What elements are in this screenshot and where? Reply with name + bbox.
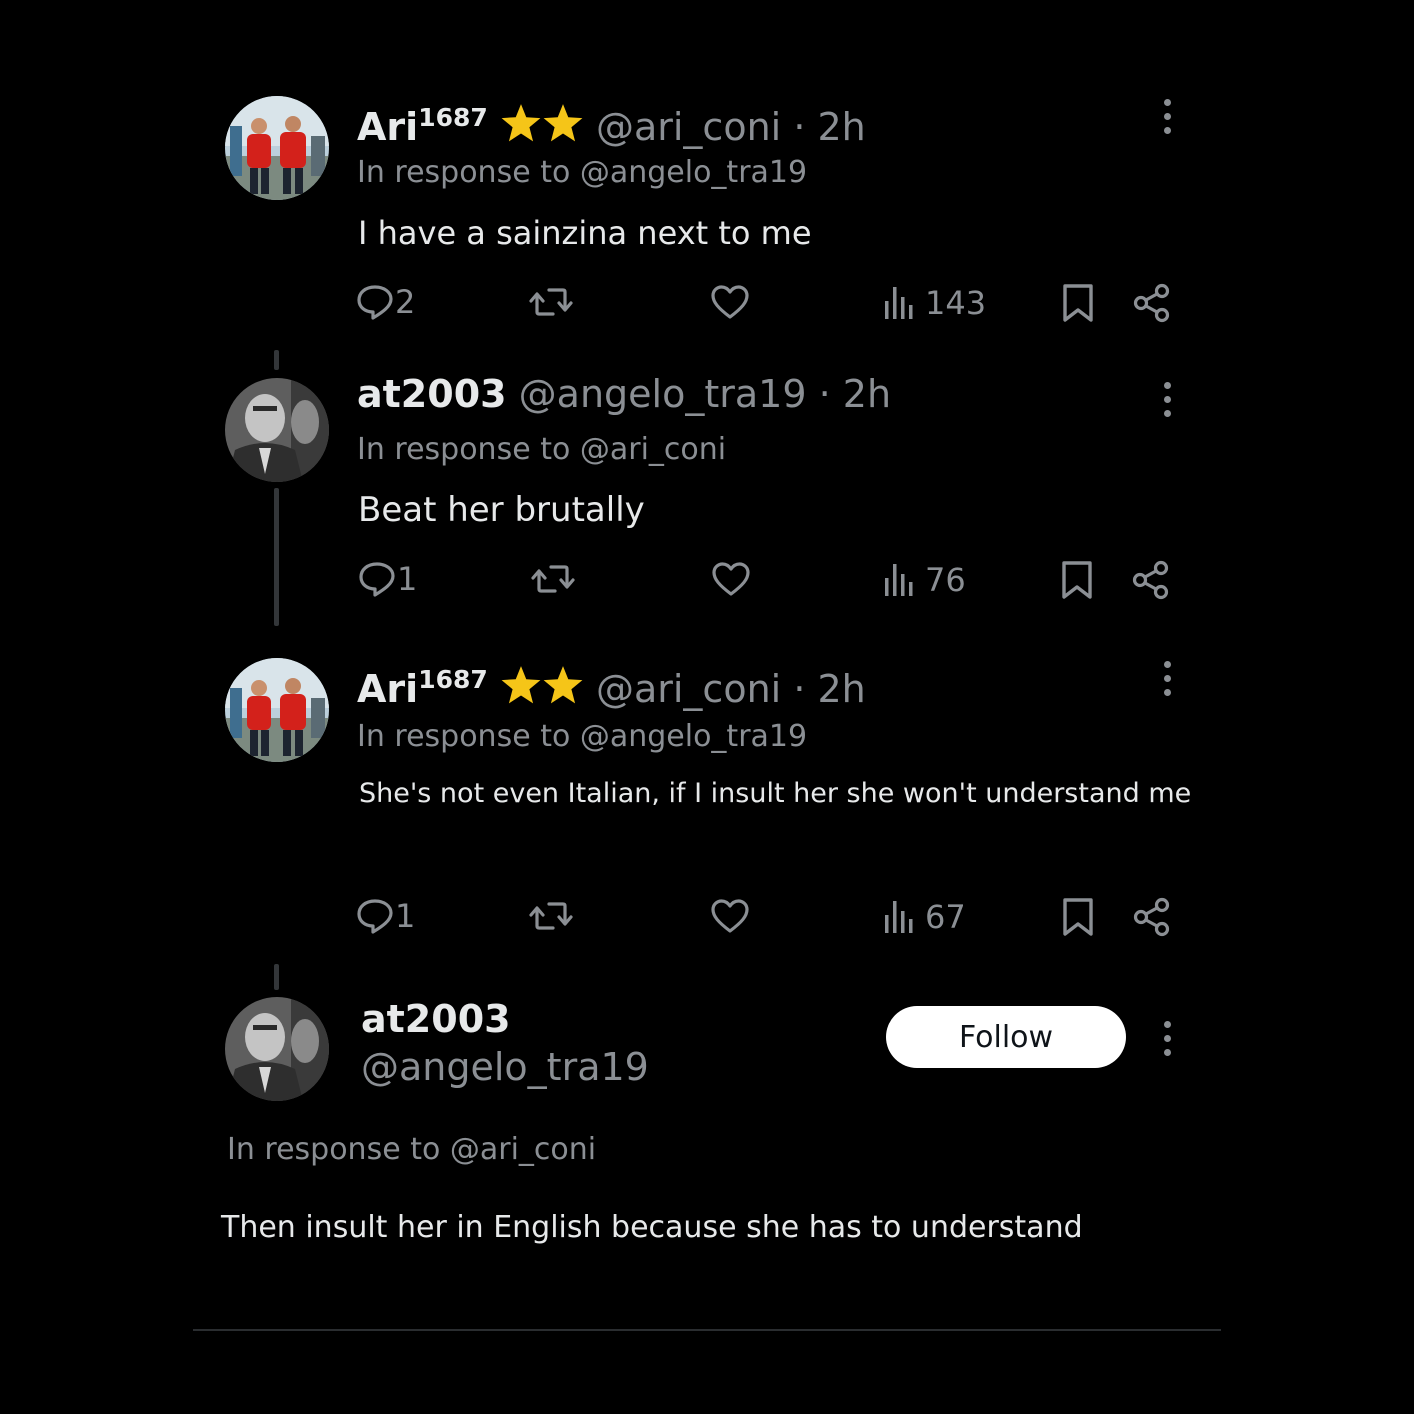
views-button[interactable]: 143 bbox=[883, 283, 986, 323]
more-options-icon[interactable] bbox=[1163, 99, 1173, 141]
more-options-icon[interactable] bbox=[1163, 661, 1173, 703]
avatar[interactable] bbox=[225, 96, 329, 200]
handle[interactable]: @ari_coni bbox=[596, 667, 781, 711]
reply-to-label: In response to @angelo_tra19 bbox=[357, 719, 808, 754]
handle[interactable]: @ari_coni bbox=[596, 105, 781, 149]
bookmark-icon bbox=[1060, 283, 1096, 323]
views-button[interactable]: 76 bbox=[883, 560, 966, 600]
star-icon bbox=[500, 102, 542, 144]
thread-line bbox=[274, 488, 279, 626]
display-name[interactable]: at2003 bbox=[361, 997, 511, 1041]
at2003-avatar-image bbox=[225, 997, 329, 1101]
display-name[interactable]: at2003 bbox=[357, 372, 507, 416]
more-options-icon[interactable] bbox=[1163, 382, 1173, 424]
views-count: 143 bbox=[925, 284, 987, 322]
like-button[interactable] bbox=[710, 897, 750, 937]
avatar[interactable] bbox=[225, 378, 329, 482]
reply-count: 2 bbox=[395, 283, 416, 321]
tweet-header: Ari1687 @ari_coni · 2h bbox=[357, 658, 866, 711]
tweet-text: Then insult her in English because she h… bbox=[221, 1210, 1083, 1245]
share-icon bbox=[1131, 560, 1171, 600]
star-icon bbox=[542, 102, 584, 144]
bookmark-button[interactable] bbox=[1060, 897, 1096, 937]
timestamp: · 2h bbox=[818, 372, 892, 416]
retweet-icon bbox=[529, 282, 573, 322]
share-icon bbox=[1132, 283, 1172, 323]
handle[interactable]: @angelo_tra19 bbox=[361, 1045, 649, 1089]
views-icon bbox=[883, 283, 919, 323]
star-icon bbox=[500, 664, 542, 706]
reply-icon bbox=[357, 559, 397, 599]
like-button[interactable] bbox=[710, 283, 750, 323]
share-button[interactable] bbox=[1132, 283, 1172, 323]
timestamp: · 2h bbox=[793, 105, 866, 149]
views-count: 76 bbox=[925, 561, 966, 599]
like-button[interactable] bbox=[711, 560, 751, 600]
views-count: 67 bbox=[925, 898, 966, 936]
display-name[interactable]: Ari1687 bbox=[357, 665, 488, 711]
heart-icon bbox=[710, 897, 750, 937]
reply-to-label: In response to @ari_coni bbox=[357, 432, 727, 467]
timestamp: · 2h bbox=[793, 667, 866, 711]
reply-icon bbox=[355, 896, 395, 936]
views-icon bbox=[883, 897, 919, 937]
reply-count: 1 bbox=[397, 560, 418, 598]
retweet-icon bbox=[531, 559, 575, 599]
ari-avatar-image bbox=[225, 658, 329, 762]
heart-icon bbox=[710, 283, 750, 323]
bookmark-button[interactable] bbox=[1059, 560, 1095, 600]
tweet-text: She's not even Italian, if I insult her … bbox=[359, 778, 1192, 809]
retweet-icon bbox=[529, 896, 573, 936]
tweet-header: Ari1687 @ari_coni · 2h bbox=[357, 96, 866, 149]
star-icon bbox=[542, 664, 584, 706]
bookmark-button[interactable] bbox=[1060, 283, 1096, 323]
avatar[interactable] bbox=[225, 997, 329, 1101]
retweet-button[interactable] bbox=[529, 282, 573, 322]
reply-button[interactable]: 1 bbox=[355, 896, 415, 936]
tweet-header: at2003 @angelo_tra19 · 2h bbox=[357, 372, 891, 416]
reply-icon bbox=[355, 282, 395, 322]
follow-button[interactable]: Follow bbox=[886, 1006, 1126, 1068]
ari-avatar-image bbox=[225, 96, 329, 200]
heart-icon bbox=[711, 560, 751, 600]
at2003-avatar-image bbox=[225, 378, 329, 482]
more-options-icon[interactable] bbox=[1163, 1021, 1173, 1063]
reply-to-label: In response to @ari_coni bbox=[227, 1132, 597, 1167]
share-button[interactable] bbox=[1131, 560, 1171, 600]
reply-button[interactable]: 1 bbox=[357, 559, 417, 599]
share-button[interactable] bbox=[1132, 897, 1172, 937]
views-button[interactable]: 67 bbox=[883, 897, 966, 937]
handle[interactable]: @angelo_tra19 bbox=[519, 372, 807, 416]
reply-to-label: In response to @angelo_tra19 bbox=[357, 155, 808, 190]
retweet-button[interactable] bbox=[531, 559, 575, 599]
avatar[interactable] bbox=[225, 658, 329, 762]
thread-line bbox=[274, 350, 279, 370]
views-icon bbox=[883, 560, 919, 600]
reply-count: 1 bbox=[395, 897, 416, 935]
reply-button[interactable]: 2 bbox=[355, 282, 415, 322]
display-name[interactable]: Ari1687 bbox=[357, 103, 488, 149]
divider bbox=[193, 1329, 1221, 1331]
tweet-text: I have a sainzina next to me bbox=[358, 214, 812, 252]
bookmark-icon bbox=[1060, 897, 1096, 937]
share-icon bbox=[1132, 897, 1172, 937]
thread-line bbox=[274, 964, 279, 990]
retweet-button[interactable] bbox=[529, 896, 573, 936]
tweet-text: Beat her brutally bbox=[358, 490, 645, 530]
bookmark-icon bbox=[1059, 560, 1095, 600]
